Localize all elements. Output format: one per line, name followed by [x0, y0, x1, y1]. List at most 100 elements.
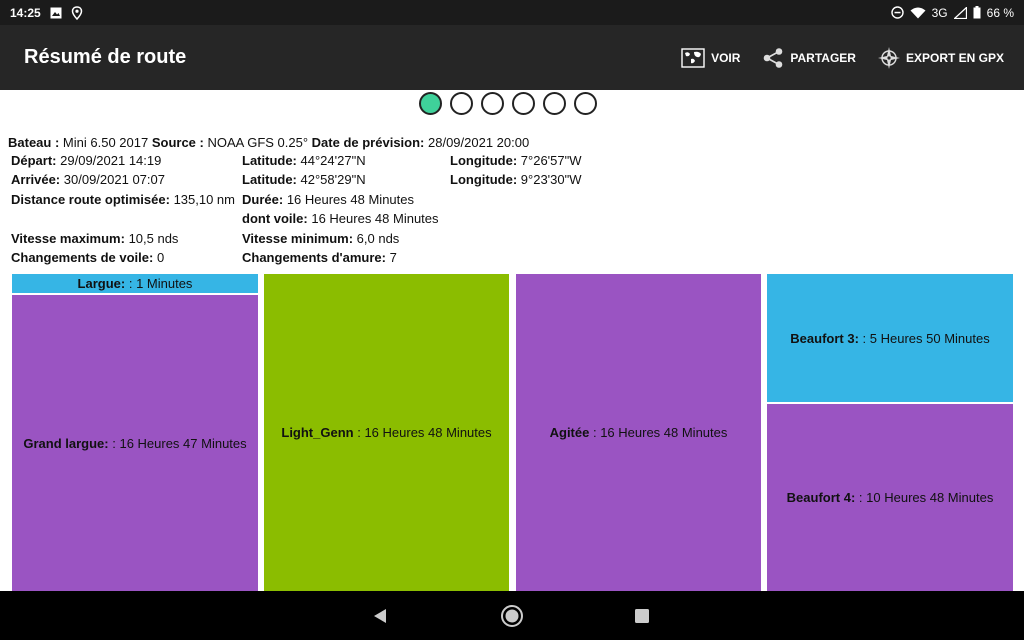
page-dot-2[interactable] — [450, 92, 473, 115]
cell-label: Beaufort 4: — [786, 490, 856, 505]
distance-value: 135,10 nm — [173, 192, 235, 207]
longitude-value: 7°26'57"W — [520, 153, 582, 168]
voile-info: dont voile: 16 Heures 48 Minutes — [242, 209, 439, 229]
depart-info: Départ: 29/09/2021 14:19 — [11, 151, 161, 171]
treemap-cell-beaufort-4[interactable]: Beaufort 4: : 10 Heures 48 Minutes — [767, 404, 1013, 591]
latitude-value: 42°58'29"N — [300, 172, 366, 187]
chg-amure-value: 7 — [389, 250, 397, 265]
battery-icon — [973, 6, 981, 19]
duree-info: Durée: 16 Heures 48 Minutes — [242, 190, 414, 210]
page-dot-3[interactable] — [481, 92, 504, 115]
treemap-cell-beaufort-3[interactable]: Beaufort 3: : 5 Heures 50 Minutes — [767, 274, 1013, 402]
vmax-info: Vitesse maximum: 10,5 nds — [11, 229, 178, 249]
page-dot-6[interactable] — [574, 92, 597, 115]
duree-label: Durée: — [242, 192, 284, 207]
back-triangle-icon — [372, 608, 388, 624]
compass-icon — [877, 46, 900, 69]
vmin-label: Vitesse minimum: — [242, 231, 354, 246]
depart-label: Départ: — [11, 153, 57, 168]
cell-label: Light_Genn — [281, 425, 354, 440]
battery-level: 66 % — [986, 5, 1014, 20]
network-type: 3G — [931, 5, 948, 20]
depart-longitude: Longitude: 7°26'57"W — [450, 151, 582, 171]
chg-voile-value: 0 — [156, 250, 165, 265]
boat-source-line: Bateau : Mini 6.50 2017 Source : NOAA GF… — [8, 133, 529, 153]
nav-recents-button[interactable] — [622, 591, 662, 640]
depart-value: 29/09/2021 14:19 — [60, 153, 162, 168]
arrivee-value: 30/09/2021 07:07 — [63, 172, 165, 187]
duree-value: 16 Heures 48 Minutes — [286, 192, 414, 207]
app-bar: Résumé de route VOIR PARTAGER EXPORT EN … — [0, 25, 1024, 90]
chg-voile-info: Changements de voile: 0 — [11, 248, 164, 268]
do-not-disturb-icon — [890, 6, 904, 19]
cell-label: Grand largue: — [23, 435, 109, 451]
longitude-value: 9°23'30"W — [520, 172, 582, 187]
export-gpx-button[interactable]: EXPORT EN GPX — [877, 46, 1004, 69]
partager-label: PARTAGER — [790, 50, 856, 65]
latitude-label: Latitude: — [242, 172, 297, 187]
vmax-value: 10,5 nds — [128, 231, 179, 246]
latitude-label: Latitude: — [242, 153, 297, 168]
vmax-label: Vitesse maximum: — [11, 231, 125, 246]
prevision-value: 28/09/2021 20:00 — [428, 135, 530, 150]
route-summary-content: Bateau : Mini 6.50 2017 Source : NOAA GF… — [0, 90, 1024, 591]
cell-label: Largue: — [77, 276, 126, 291]
voile-value: 16 Heures 48 Minutes — [311, 211, 439, 226]
export-gpx-label: EXPORT EN GPX — [905, 50, 1004, 65]
vmin-info: Vitesse minimum: 6,0 nds — [242, 229, 399, 249]
vmin-value: 6,0 nds — [356, 231, 400, 246]
treemap-cell-light-genn[interactable]: Light_Genn : 16 Heures 48 Minutes — [264, 274, 509, 591]
depart-latitude: Latitude: 44°24'27"N — [242, 151, 366, 171]
signal-icon — [953, 6, 967, 19]
arrivee-info: Arrivée: 30/09/2021 07:07 — [11, 170, 165, 190]
cell-value: : 16 Heures 47 Minutes — [112, 435, 247, 451]
longitude-label: Longitude: — [450, 172, 518, 187]
chg-voile-label: Changements de voile: — [11, 250, 154, 265]
treemap-cell-grand-largue[interactable]: Grand largue: : 16 Heures 47 Minutes — [12, 295, 258, 591]
cell-value: : 16 Heures 48 Minutes — [592, 425, 728, 440]
bateau-value: Mini 6.50 2017 — [62, 135, 149, 150]
treemap-cell-largue[interactable]: Largue: : 1 Minutes — [12, 274, 258, 293]
share-icon — [762, 47, 784, 69]
voir-button[interactable]: VOIR — [681, 47, 741, 68]
page-indicator — [419, 92, 597, 115]
voile-label: dont voile: — [242, 211, 308, 226]
arrivee-label: Arrivée: — [11, 172, 61, 187]
prevision-label: Date de prévision: — [311, 135, 425, 150]
map-view-icon — [681, 47, 705, 68]
toolbar-actions: VOIR PARTAGER EXPORT EN GPX — [681, 25, 1024, 90]
page-dot-1[interactable] — [419, 92, 442, 115]
nav-back-button[interactable] — [360, 591, 400, 640]
source-label: Source : — [151, 135, 204, 150]
cell-value: : 1 Minutes — [128, 276, 193, 291]
bateau-label: Bateau : — [8, 135, 60, 150]
image-icon — [50, 7, 62, 19]
page-dot-5[interactable] — [543, 92, 566, 115]
location-icon — [71, 5, 83, 20]
cell-label: Beaufort 3: — [790, 330, 859, 346]
source-value: NOAA GFS 0.25° — [207, 135, 309, 150]
recents-square-icon — [634, 608, 650, 624]
cell-value: : 10 Heures 48 Minutes — [858, 490, 994, 505]
longitude-label: Longitude: — [450, 153, 518, 168]
status-bar: 14:25 3G 66 % — [0, 0, 1024, 25]
nav-home-button[interactable] — [492, 591, 532, 640]
cell-label: Agitée — [549, 425, 590, 440]
home-circle-icon — [500, 604, 524, 628]
treemap-cell-agitee[interactable]: Agitée : 16 Heures 48 Minutes — [516, 274, 761, 591]
distance-info: Distance route optimisée: 135,10 nm — [11, 190, 235, 210]
distance-label: Distance route optimisée: — [11, 192, 170, 207]
partager-button[interactable]: PARTAGER — [762, 47, 856, 69]
status-time: 14:25 — [10, 5, 41, 20]
page-dot-4[interactable] — [512, 92, 535, 115]
voir-label: VOIR — [711, 50, 741, 65]
arrivee-latitude: Latitude: 42°58'29"N — [242, 170, 366, 190]
system-navigation-bar — [0, 591, 1024, 640]
chg-amure-info: Changements d'amure: 7 — [242, 248, 397, 268]
page-title: Résumé de route — [24, 46, 187, 68]
cell-value: : 5 Heures 50 Minutes — [862, 330, 990, 346]
arrivee-longitude: Longitude: 9°23'30"W — [450, 170, 582, 190]
cell-value: : 16 Heures 48 Minutes — [357, 425, 492, 440]
chg-amure-label: Changements d'amure: — [242, 250, 386, 265]
latitude-value: 44°24'27"N — [300, 153, 366, 168]
